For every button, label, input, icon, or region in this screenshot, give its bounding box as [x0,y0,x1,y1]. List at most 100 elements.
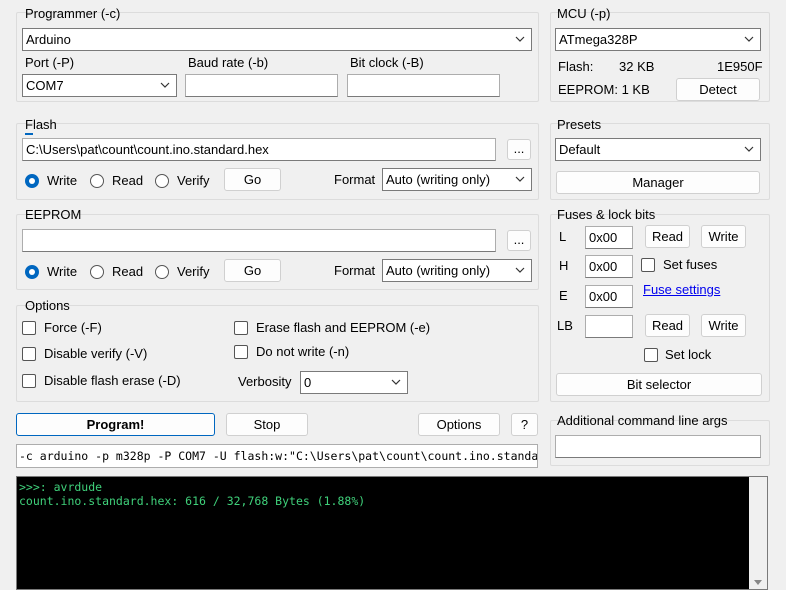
force-checkbox[interactable] [22,321,36,335]
flash-format-label: Format [334,172,376,187]
chevron-down-icon [744,146,754,152]
presets-manager-button[interactable]: Manager [556,171,760,194]
disable-flash-erase-label: Disable flash erase (-D) [44,373,181,388]
set-fuses-label: Set fuses [663,257,718,272]
fuse-l-write-button[interactable]: Write [701,225,746,248]
additional-args-field[interactable] [555,435,761,458]
set-fuses-checkbox[interactable] [641,258,655,272]
eeprom-verify-radio[interactable] [155,265,169,279]
flash-verify-label: Verify [177,173,210,188]
options-button[interactable]: Options [418,413,500,436]
set-lock-checkbox[interactable] [644,348,658,362]
verbosity-label: Verbosity [238,374,292,389]
fuse-l-field[interactable]: 0x00 [585,226,633,249]
fuse-h-label: H [559,258,569,273]
disable-flash-erase-checkbox[interactable] [22,374,36,388]
programmer-select[interactable]: Arduino [22,28,532,51]
eeprom-write-radio[interactable] [25,265,39,279]
mcu-flash-size: 32 KB [619,59,655,74]
fuses-title: Fuses & lock bits [557,207,656,222]
flash-title-accent [25,133,33,135]
flash-format-value: Auto (writing only) [386,172,491,187]
disable-verify-checkbox[interactable] [22,347,36,361]
programmer-select-value: Arduino [26,32,71,47]
disable-verify-label: Disable verify (-V) [44,346,148,361]
mcu-select-value: ATmega328P [559,32,638,47]
flash-read-radio[interactable] [90,174,104,188]
program-button[interactable]: Program! [16,413,215,436]
mcu-title: MCU (-p) [557,6,611,21]
flash-verify-radio[interactable] [155,174,169,188]
chevron-down-icon [744,36,754,42]
flash-format-select[interactable]: Auto (writing only) [382,168,532,191]
lock-bits-field[interactable] [585,315,633,338]
set-lock-label: Set lock [665,347,712,362]
console-scrollbar[interactable] [749,477,767,589]
flash-write-radio[interactable] [25,174,39,188]
eeprom-title: EEPROM [25,207,82,222]
console-output[interactable]: >>>: avrdude count.ino.standard.hex: 616… [16,476,768,590]
console-line: >>>: avrdude [19,480,103,494]
eeprom-browse-button[interactable]: ... [507,230,531,251]
bit-clock-label: Bit clock (-B) [350,55,424,70]
do-not-write-checkbox[interactable] [234,345,248,359]
port-select-value: COM7 [26,78,64,93]
eeprom-file-field[interactable] [22,229,496,252]
stop-button[interactable]: Stop [226,413,308,436]
do-not-write-label: Do not write (-n) [256,344,350,359]
baud-rate-field[interactable] [185,74,338,97]
erase-flash-eeprom-label: Erase flash and EEPROM (-e) [256,320,431,335]
baud-rate-label: Baud rate (-b) [188,55,269,70]
console-line: count.ino.standard.hex: 616 / 32,768 Byt… [19,494,366,508]
presets-select-value: Default [559,142,601,157]
detect-button[interactable]: Detect [676,78,760,101]
verbosity-select[interactable]: 0 [300,371,408,394]
options-title: Options [25,298,70,313]
bit-clock-field[interactable] [347,74,500,97]
eeprom-read-label: Read [112,264,144,279]
command-line-preview: -c arduino -p m328p -P COM7 -U flash:w:"… [16,444,538,468]
lock-bits-read-button[interactable]: Read [645,314,690,337]
bit-selector-button[interactable]: Bit selector [556,373,762,396]
fuse-e-field[interactable]: 0x00 [585,285,633,308]
verbosity-value: 0 [304,375,312,390]
programmer-title: Programmer (-c) [25,6,121,21]
eeprom-format-select[interactable]: Auto (writing only) [382,259,532,282]
chevron-down-icon [160,82,170,88]
flash-read-label: Read [112,173,144,188]
flash-title: Flash [25,117,57,132]
eeprom-write-label: Write [47,264,78,279]
presets-title: Presets [557,117,602,132]
eeprom-read-radio[interactable] [90,265,104,279]
flash-browse-button[interactable]: ... [507,139,531,160]
fuse-e-label: E [559,288,568,303]
mcu-flash-label: Flash: [558,59,594,74]
eeprom-verify-label: Verify [177,264,210,279]
eeprom-format-label: Format [334,263,376,278]
chevron-down-icon [515,267,525,273]
fuse-l-read-button[interactable]: Read [645,225,690,248]
flash-file-field[interactable]: C:\Users\pat\count\count.ino.standard.he… [22,138,496,161]
mcu-eeprom-label: EEPROM: 1 KB [558,82,650,97]
port-select[interactable]: COM7 [22,74,177,97]
eeprom-format-value: Auto (writing only) [386,263,491,278]
scroll-down-icon[interactable] [749,577,767,589]
fuse-l-label: L [559,229,567,244]
presets-select[interactable]: Default [555,138,761,161]
port-label: Port (-P) [25,55,75,70]
eeprom-go-button[interactable]: Go [224,259,281,282]
fuse-settings-link[interactable]: Fuse settings [643,282,720,297]
lock-bits-label: LB [557,318,573,333]
mcu-signature: 1E950F [717,59,763,74]
chevron-down-icon [515,176,525,182]
fuse-h-field[interactable]: 0x00 [585,255,633,278]
erase-flash-eeprom-checkbox[interactable] [234,321,248,335]
mcu-select[interactable]: ATmega328P [555,28,761,51]
chevron-down-icon [515,36,525,42]
force-label: Force (-F) [44,320,102,335]
help-button[interactable]: ? [511,413,538,436]
flash-write-label: Write [47,173,78,188]
flash-go-button[interactable]: Go [224,168,281,191]
lock-bits-write-button[interactable]: Write [701,314,746,337]
chevron-down-icon [391,379,401,385]
